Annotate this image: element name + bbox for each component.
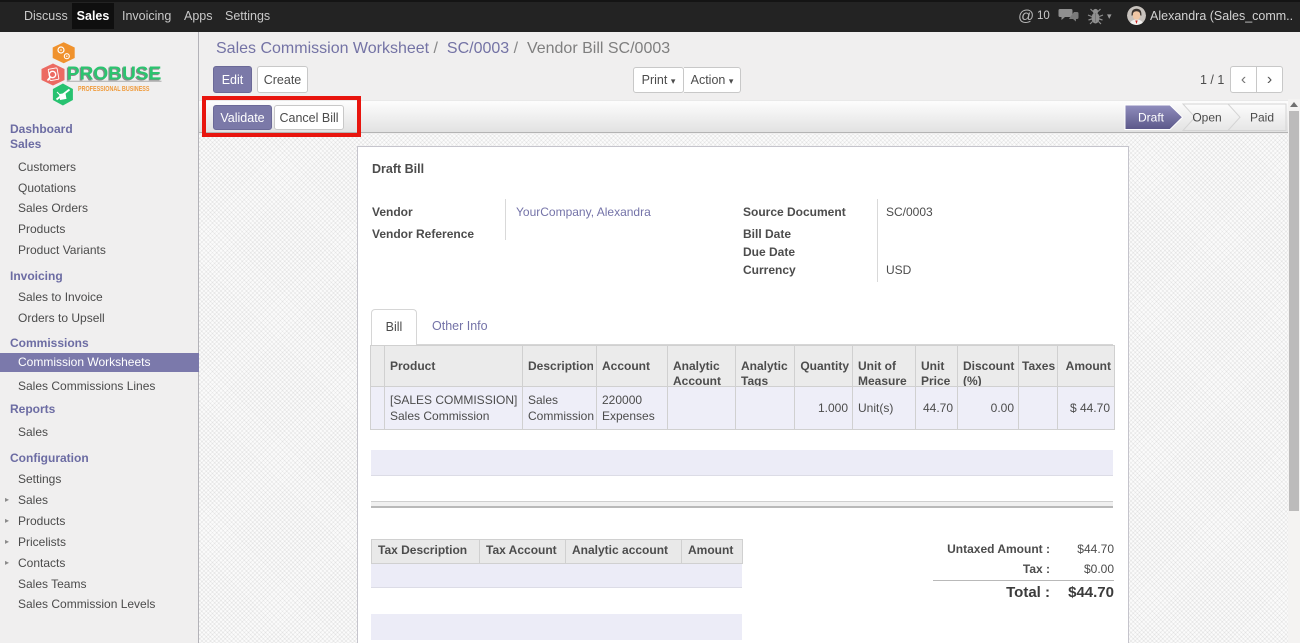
svg-text:Paid: Paid — [1250, 111, 1274, 125]
svg-text:PROFESSIONAL BUSINESS: PROFESSIONAL BUSINESS — [78, 84, 150, 93]
svg-text:PROBUSE: PROBUSE — [67, 64, 161, 84]
svg-text:Draft: Draft — [1138, 111, 1165, 125]
svg-text:Open: Open — [1192, 111, 1221, 125]
